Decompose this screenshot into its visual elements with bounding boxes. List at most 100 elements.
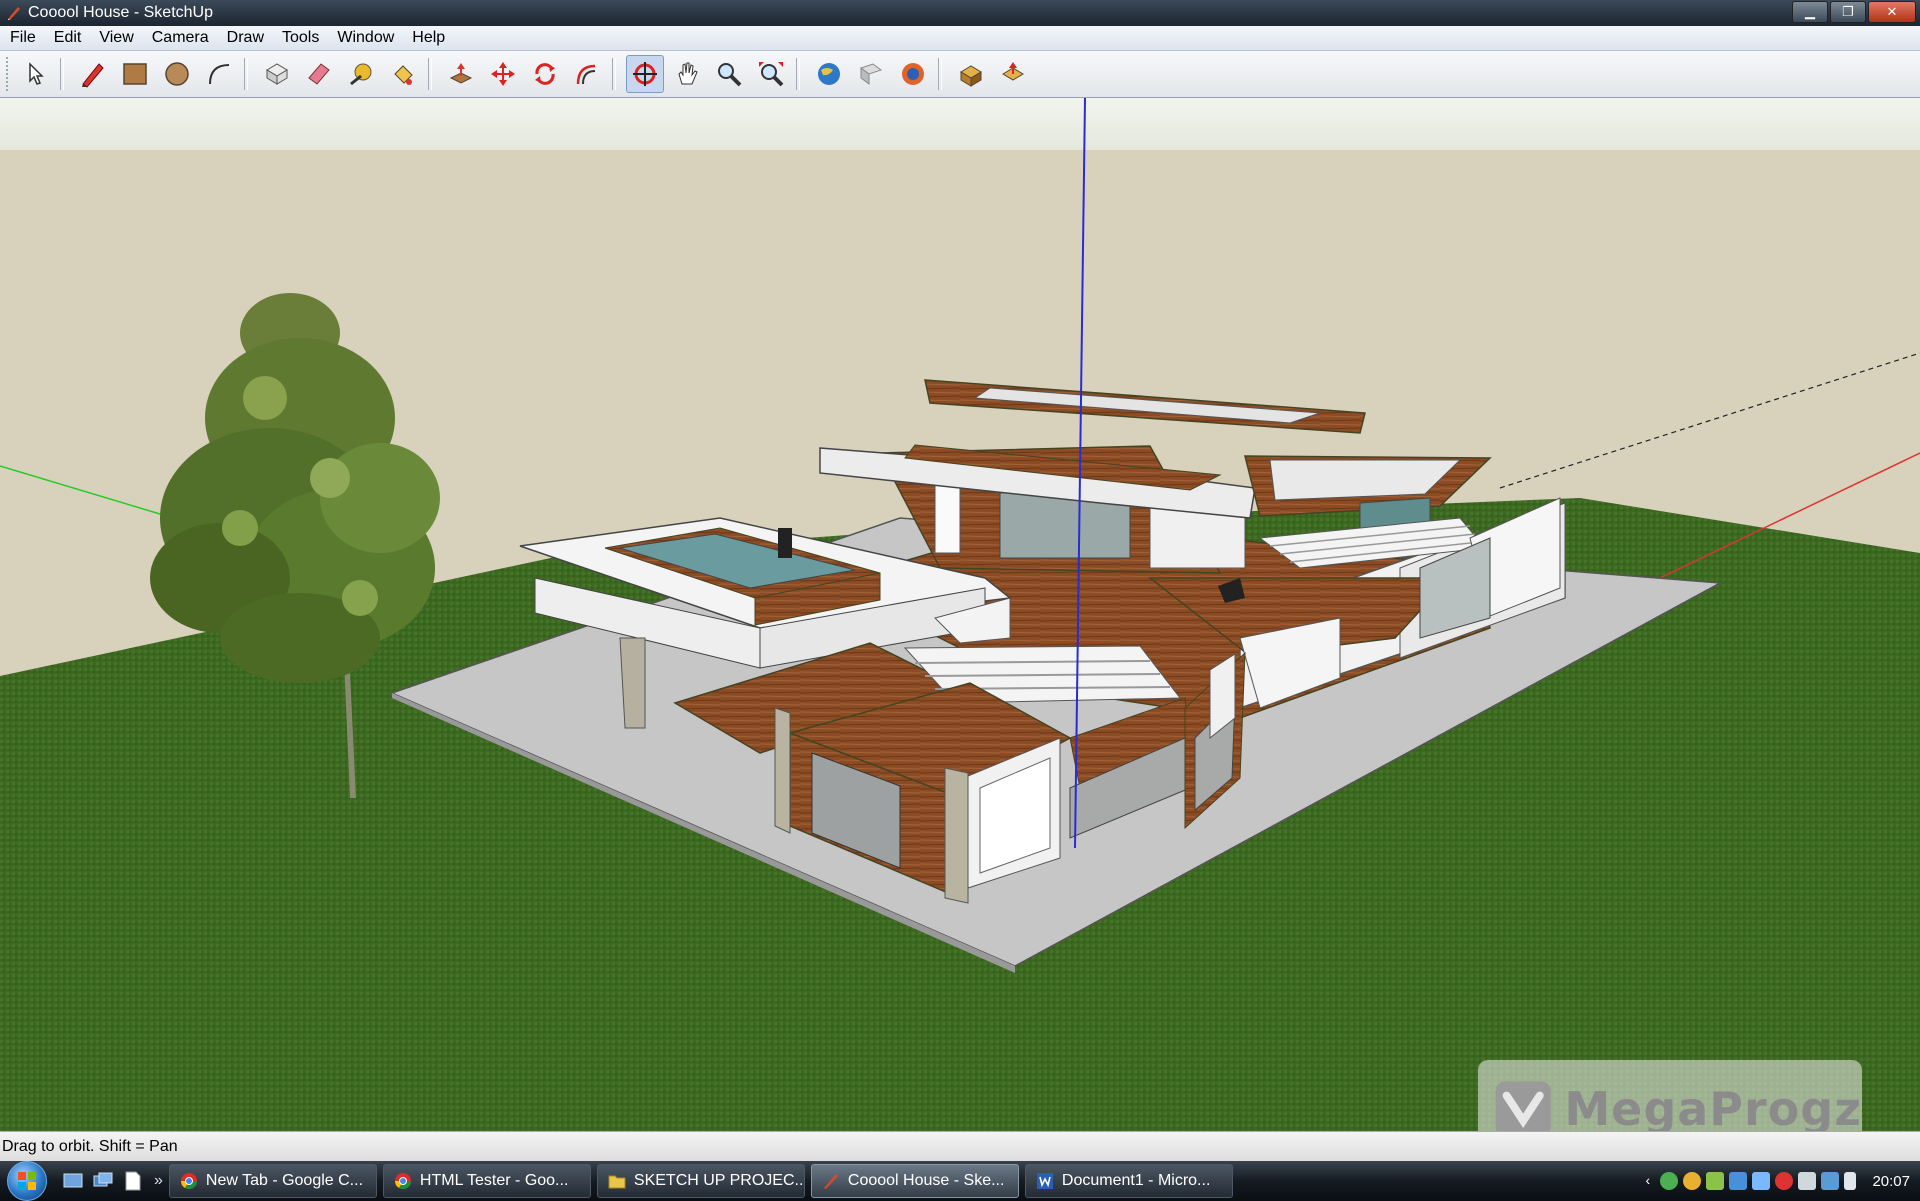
extension-tool[interactable]: [994, 55, 1032, 93]
extension-icon: [1002, 62, 1024, 81]
eraser-tool[interactable]: [300, 55, 338, 93]
menu-view[interactable]: View: [91, 29, 141, 47]
maximize-button[interactable]: ❐: [1830, 1, 1866, 23]
push-pull-tool[interactable]: [442, 55, 480, 93]
3d-viewport[interactable]: [0, 98, 1920, 1131]
task-label: HTML Tester - Goo...: [419, 1172, 569, 1189]
select-icon: [29, 62, 44, 85]
component-tool[interactable]: [952, 55, 990, 93]
clock[interactable]: 20:07: [1872, 1173, 1910, 1190]
make-component-icon: [266, 63, 288, 85]
window-title: Cooool House - SketchUp: [28, 4, 213, 21]
status-text: Drag to orbit. Shift = Pan: [2, 1138, 178, 1155]
taskbar-item-new-tab[interactable]: New Tab - Google C...: [168, 1164, 377, 1198]
taskbar-item-document1[interactable]: Document1 - Micro...: [1024, 1164, 1233, 1198]
switch-windows-icon[interactable]: [92, 1170, 114, 1192]
menu-edit[interactable]: Edit: [46, 29, 90, 47]
window-controls: ▁ ❐ ✕: [1792, 1, 1916, 23]
get-models-tool[interactable]: [852, 55, 890, 93]
task-label: Cooool House - Ske...: [847, 1172, 1005, 1189]
tray-power-icon[interactable]: [1798, 1172, 1817, 1190]
chrome-icon: [394, 1173, 411, 1190]
menu-draw[interactable]: Draw: [219, 29, 272, 47]
folder-icon: [608, 1175, 626, 1189]
push-pull-icon: [449, 63, 473, 84]
paint-bucket-icon: [394, 65, 413, 85]
minimize-button[interactable]: ▁: [1792, 1, 1828, 23]
paint-bucket-tool[interactable]: [384, 55, 422, 93]
circle-icon: [165, 62, 189, 86]
toolbar-separator: [60, 58, 64, 90]
move-icon: [491, 62, 515, 86]
title-bar: Cooool House - SketchUp ▁ ❐ ✕: [0, 0, 1920, 26]
pencil-icon: [82, 63, 104, 88]
menu-file[interactable]: File: [2, 29, 44, 47]
offset-tool[interactable]: [568, 55, 606, 93]
close-button[interactable]: ✕: [1868, 1, 1916, 23]
toolbar-separator: [796, 58, 800, 90]
windows-logo-icon: [7, 1161, 47, 1201]
taskbar-item-sketchup-project[interactable]: SKETCH UP PROJEC...: [596, 1164, 805, 1198]
rectangle-icon: [123, 63, 147, 85]
zoom-tool[interactable]: [710, 55, 748, 93]
chrome-icon: [180, 1173, 197, 1190]
arc-tool[interactable]: [200, 55, 238, 93]
arc-icon: [209, 64, 230, 85]
menu-window[interactable]: Window: [329, 29, 402, 47]
circle-tool[interactable]: [158, 55, 196, 93]
taskbar-item-html-tester[interactable]: HTML Tester - Goo...: [382, 1164, 591, 1198]
sketchup-icon: [8, 7, 20, 20]
component-icon: [960, 65, 982, 87]
menu-camera[interactable]: Camera: [144, 29, 217, 47]
toolbar-grip[interactable]: [6, 57, 12, 91]
get-models-icon: [859, 63, 883, 85]
tray-app-icon[interactable]: [1706, 1172, 1725, 1190]
eraser-icon: [308, 63, 330, 85]
select-tool[interactable]: [16, 55, 54, 93]
rotate-tool[interactable]: [526, 55, 564, 93]
menu-bar: File Edit View Camera Draw Tools Window …: [0, 26, 1920, 51]
tape-measure-tool[interactable]: [342, 55, 380, 93]
start-button[interactable]: [0, 1161, 54, 1201]
show-desktop-icon[interactable]: [62, 1170, 84, 1192]
pan-icon: [678, 62, 698, 85]
tray-antivirus-icon[interactable]: [1775, 1172, 1794, 1190]
taskbar: » New Tab - Google C... HTML Tester - Go…: [0, 1161, 1920, 1201]
tray-monitor-icon[interactable]: [1729, 1172, 1748, 1190]
pan-tool[interactable]: [668, 55, 706, 93]
toolbar: [0, 51, 1920, 98]
status-bar: Drag to orbit. Shift = Pan: [0, 1131, 1920, 1162]
pencil-tool[interactable]: [74, 55, 112, 93]
tape-measure-icon: [350, 63, 372, 86]
zoom-extents-icon: [759, 62, 784, 87]
tray-chrome-icon[interactable]: [1683, 1172, 1702, 1190]
rectangle-tool[interactable]: [116, 55, 154, 93]
quick-launch-more[interactable]: »: [154, 1172, 163, 1190]
taskbar-item-cooool-house[interactable]: Cooool House - Ske...: [810, 1164, 1019, 1198]
share-model-icon: [902, 63, 924, 85]
zoom-icon: [718, 63, 742, 87]
zoom-extents-tool[interactable]: [752, 55, 790, 93]
orbit-tool[interactable]: [626, 55, 664, 93]
google-earth-tool[interactable]: [810, 55, 848, 93]
tray-network-icon[interactable]: [1660, 1172, 1679, 1190]
share-model-tool[interactable]: [894, 55, 932, 93]
system-tray: ‹ 20:07: [1640, 1161, 1920, 1201]
tray-expand-icon[interactable]: ‹: [1645, 1172, 1655, 1190]
model-scene[interactable]: [0, 98, 1920, 1131]
make-component-tool[interactable]: [258, 55, 296, 93]
document-icon[interactable]: [122, 1170, 144, 1192]
offset-icon: [576, 64, 596, 85]
google-earth-icon: [818, 63, 840, 85]
tray-network-status-icon[interactable]: [1821, 1172, 1840, 1190]
toolbar-separator: [428, 58, 432, 90]
menu-tools[interactable]: Tools: [274, 29, 327, 47]
watermark-text: MegaProgz: [1564, 1082, 1862, 1136]
tray-sync-icon[interactable]: [1752, 1172, 1771, 1190]
word-icon: [1036, 1173, 1053, 1189]
task-label: SKETCH UP PROJEC...: [633, 1172, 805, 1189]
move-tool[interactable]: [484, 55, 522, 93]
tray-volume-icon[interactable]: [1844, 1172, 1857, 1190]
menu-help[interactable]: Help: [404, 29, 453, 47]
toolbar-separator: [612, 58, 616, 90]
